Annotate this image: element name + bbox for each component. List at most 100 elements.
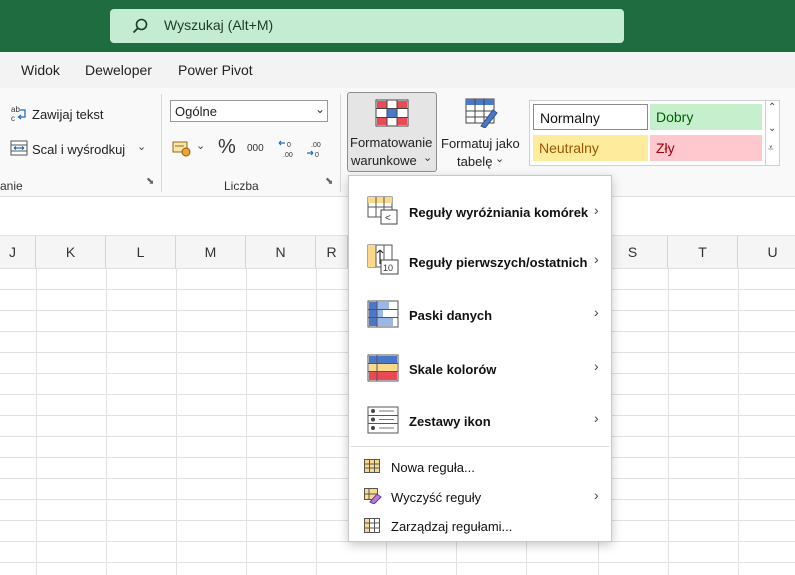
svg-text:0: 0 <box>315 152 319 159</box>
style-normal[interactable]: Normalny <box>533 104 648 130</box>
number-group-label: Liczba <box>224 179 259 193</box>
chevron-right-icon: › <box>594 251 599 267</box>
ribbon-tabs: Widok Deweloper Power Pivot <box>0 52 795 88</box>
icon-sets-icon <box>367 406 399 434</box>
merge-center-icon <box>10 140 28 156</box>
accounting-format-icon <box>172 141 191 157</box>
chevron-down-icon: ⌄ <box>196 140 206 152</box>
comma-style-button[interactable]: 000 <box>247 143 264 154</box>
increase-decimal-button[interactable]: 0 .00 <box>278 138 300 163</box>
menu-item-color-scales[interactable]: Skale kolorów › <box>349 344 611 398</box>
gallery-up-icon[interactable]: ⌃ <box>768 102 776 113</box>
chevron-right-icon: › <box>594 202 599 218</box>
new-rule-icon <box>364 459 380 473</box>
chevron-down-icon[interactable]: ⌄ <box>137 140 146 153</box>
merge-center-label: Scal i wyśrodkuj <box>32 142 126 157</box>
menu-item-highlight-rules[interactable]: < Reguły wyróżniania komórek › <box>349 182 611 236</box>
format-as-table-label-2: tabelę <box>457 154 493 169</box>
menu-item-label: Wyczyść reguły <box>391 490 482 505</box>
number-format-value: Ogólne <box>175 104 217 119</box>
svg-text:<: < <box>385 213 391 224</box>
menu-separator <box>351 446 609 447</box>
menu-item-label: Reguły pierwszych/ostatnich <box>409 255 588 270</box>
chevron-right-icon: › <box>594 358 599 374</box>
decrease-decimal-button[interactable]: .00 0 <box>306 138 328 163</box>
menu-item-clear-rules[interactable]: Wyczyść reguły › <box>349 482 611 512</box>
chevron-down-icon: ⌄ <box>423 152 433 164</box>
conditional-formatting-menu: < Reguły wyróżniania komórek › 10 Reguły… <box>348 175 612 542</box>
style-bad-label: Zły <box>656 140 675 156</box>
column-header[interactable]: L <box>106 236 176 268</box>
number-format-select[interactable]: Ogólne ⌄ <box>170 100 328 122</box>
column-header[interactable]: J <box>0 236 36 268</box>
dialog-launcher-icon[interactable]: ⬊ <box>325 176 333 187</box>
percent-style-button[interactable]: % <box>218 136 236 159</box>
wrap-text-label: Zawijaj tekst <box>32 107 104 122</box>
dialog-launcher-icon[interactable]: ⬊ <box>146 176 154 187</box>
menu-item-manage-rules[interactable]: Zarządzaj regułami... <box>349 512 611 542</box>
svg-text:0: 0 <box>287 142 291 149</box>
style-neutral-label: Neutralny <box>539 140 599 156</box>
gallery-down-icon[interactable]: ⌄ <box>768 123 776 134</box>
accounting-format-button[interactable]: ⌄ <box>172 140 205 161</box>
grid-column-line <box>36 268 37 575</box>
style-bad[interactable]: Zły <box>650 135 762 161</box>
menu-item-icon-sets[interactable]: Zestawy ikon › <box>349 398 611 446</box>
conditional-formatting-label-2: warunkowe <box>351 153 417 168</box>
decrease-decimal-icon: .00 0 <box>307 142 321 159</box>
style-good-label: Dobry <box>656 109 694 125</box>
grid-column-line <box>316 268 317 575</box>
menu-item-data-bars[interactable]: Paski danych › <box>349 290 611 344</box>
grid-column-line <box>246 268 247 575</box>
group-separator <box>340 94 341 192</box>
title-bar: Wyszukaj (Alt+M) <box>0 0 795 52</box>
conditional-formatting-button[interactable]: Formatowanie warunkowe ⌄ <box>347 92 437 172</box>
column-header[interactable]: R <box>316 236 348 268</box>
column-header[interactable]: N <box>246 236 316 268</box>
grid-column-line <box>668 268 669 575</box>
style-normal-label: Normalny <box>540 110 600 126</box>
group-separator <box>161 94 162 192</box>
gallery-more-icon[interactable]: ⩡ <box>768 143 774 154</box>
conditional-formatting-label: Formatowanie <box>350 135 433 150</box>
chevron-right-icon: › <box>594 304 599 320</box>
menu-item-label: Zestawy ikon <box>409 414 491 429</box>
grid-column-line <box>176 268 177 575</box>
menu-item-label: Reguły wyróżniania komórek <box>409 205 589 220</box>
column-header[interactable]: T <box>668 236 738 268</box>
grid-column-line <box>106 268 107 575</box>
top-bottom-rules-icon: 10 <box>367 244 399 275</box>
highlight-rules-icon: < <box>367 196 398 225</box>
data-bars-icon <box>367 300 399 328</box>
tab-power-pivot[interactable]: Power Pivot <box>178 62 253 78</box>
chevron-down-icon: ⌄ <box>495 153 505 165</box>
menu-item-top-bottom-rules[interactable]: 10 Reguły pierwszych/ostatnich › <box>349 236 611 290</box>
cell-styles-gallery: Normalny Dobry Neutralny Zły ⌃ ⌄ ⩡ <box>529 100 780 166</box>
column-header[interactable]: U <box>738 236 795 268</box>
chevron-right-icon: › <box>594 487 599 503</box>
format-as-table-button[interactable]: Formatuj jako tabelę ⌄ <box>440 94 524 172</box>
menu-item-label: Nowa reguła... <box>391 460 475 475</box>
style-neutral[interactable]: Neutralny <box>533 135 648 161</box>
chevron-right-icon: › <box>594 410 599 426</box>
column-header[interactable]: K <box>36 236 106 268</box>
svg-text:c: c <box>11 114 15 122</box>
increase-decimal-icon: 0 .00 <box>278 140 293 159</box>
chevron-down-icon: ⌄ <box>315 102 326 116</box>
tab-developer[interactable]: Deweloper <box>85 62 152 78</box>
svg-text:.00: .00 <box>283 152 293 159</box>
svg-text:ab: ab <box>11 105 20 114</box>
clear-rules-icon <box>364 488 382 504</box>
svg-text:10: 10 <box>383 263 393 273</box>
svg-text:.00: .00 <box>311 142 321 149</box>
format-as-table-icon <box>465 98 498 128</box>
style-good[interactable]: Dobry <box>650 104 762 130</box>
tab-view[interactable]: Widok <box>21 62 60 78</box>
menu-item-label: Zarządzaj regułami... <box>391 519 513 534</box>
menu-item-new-rule[interactable]: Nowa reguła... <box>349 452 611 482</box>
format-as-table-label: Formatuj jako <box>441 136 520 151</box>
menu-item-label: Paski danych <box>409 308 493 323</box>
search-placeholder: Wyszukaj (Alt+M) <box>164 17 274 33</box>
search-box[interactable]: Wyszukaj (Alt+M) <box>110 9 624 43</box>
column-header[interactable]: M <box>176 236 246 268</box>
